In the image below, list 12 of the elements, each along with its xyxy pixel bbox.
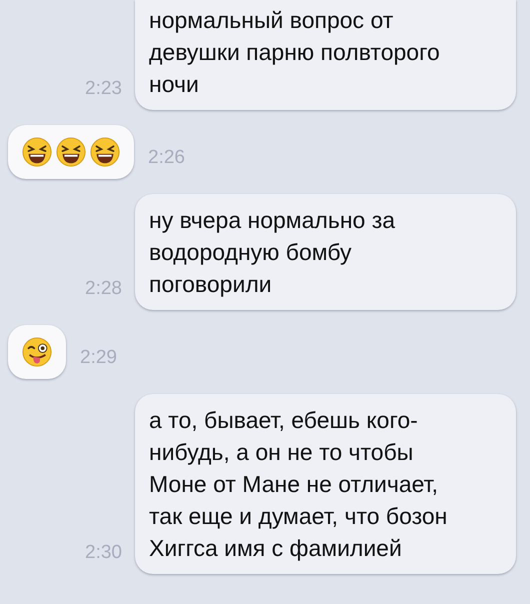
winking-emoji-icon [22,337,52,367]
laughing-emoji-icon [22,137,52,167]
message-bubble: ну вчера нормально за водородную бомбу поговорили [135,194,516,310]
laughing-emoji-icon [90,137,120,167]
message-time: 2:28 [84,278,122,301]
message-bubble: а то, бывает, ебешь кого- нибудь, а он не то чтобы Моне от Мане не отличает, так еще и думает, что бозон Хиггса имя с фамилией [135,394,516,574]
message-time: 2:23 [84,78,122,101]
laughing-emoji-icon [56,137,86,167]
message-bubble: нормальный вопрос от девушки парню полвторого ночи [135,0,516,110]
message-time: 2:29 [80,347,117,370]
message-time: 2:26 [148,147,185,170]
message-time: 2:30 [84,542,122,565]
